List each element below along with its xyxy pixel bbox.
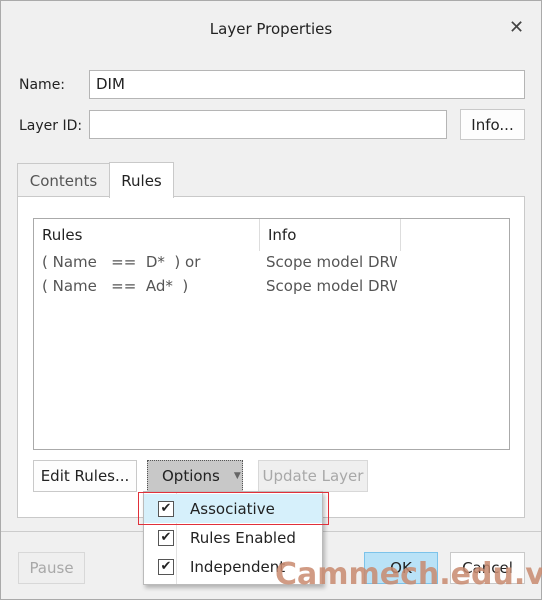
column-header-info[interactable]: Info <box>260 219 401 251</box>
tab-rules[interactable]: Rules <box>109 162 174 198</box>
column-header-rules[interactable]: Rules <box>34 219 260 251</box>
dropdown-arrow-icon: ▼ <box>233 471 241 481</box>
rules-table[interactable]: Rules Info ( Name == D* ) or Scope model… <box>33 218 510 450</box>
pause-button[interactable]: Pause <box>18 552 85 584</box>
info-button[interactable]: Info... <box>460 109 525 140</box>
rule-cell[interactable]: ( Name == D* ) or <box>42 253 200 277</box>
menu-item-label: Rules Enabled <box>190 528 296 547</box>
info-cell[interactable]: Scope model DRW <box>266 277 397 301</box>
menu-item-rules-enabled[interactable]: ✔ Rules Enabled <box>144 523 322 552</box>
update-layer-button[interactable]: Update Layer <box>258 460 368 492</box>
checkbox-checked-icon: ✔ <box>158 529 174 546</box>
edit-rules-button[interactable]: Edit Rules... <box>33 460 137 492</box>
tab-contents[interactable]: Contents <box>17 163 110 197</box>
layer-id-label: Layer ID: <box>19 118 83 134</box>
watermark: Cammech.edu.vn <box>275 557 542 592</box>
annotation-highlight-box <box>138 492 329 525</box>
layer-properties-dialog: Layer Properties ✕ Name: DIM Layer ID: I… <box>0 0 542 600</box>
rule-cell[interactable]: ( Name == Ad* ) <box>42 277 188 301</box>
menu-item-label: Independent <box>190 557 286 576</box>
name-input[interactable]: DIM <box>89 70 525 99</box>
dialog-title: Layer Properties <box>209 20 333 38</box>
options-label: Options <box>162 467 220 485</box>
layer-id-input[interactable] <box>89 110 447 139</box>
close-icon[interactable]: ✕ <box>509 17 524 38</box>
checkbox-checked-icon: ✔ <box>158 558 174 575</box>
info-cell[interactable]: Scope model DRW <box>266 253 397 277</box>
options-button[interactable]: Options ▼ <box>147 460 243 492</box>
column-header-blank <box>401 219 509 251</box>
name-label: Name: <box>19 77 66 93</box>
